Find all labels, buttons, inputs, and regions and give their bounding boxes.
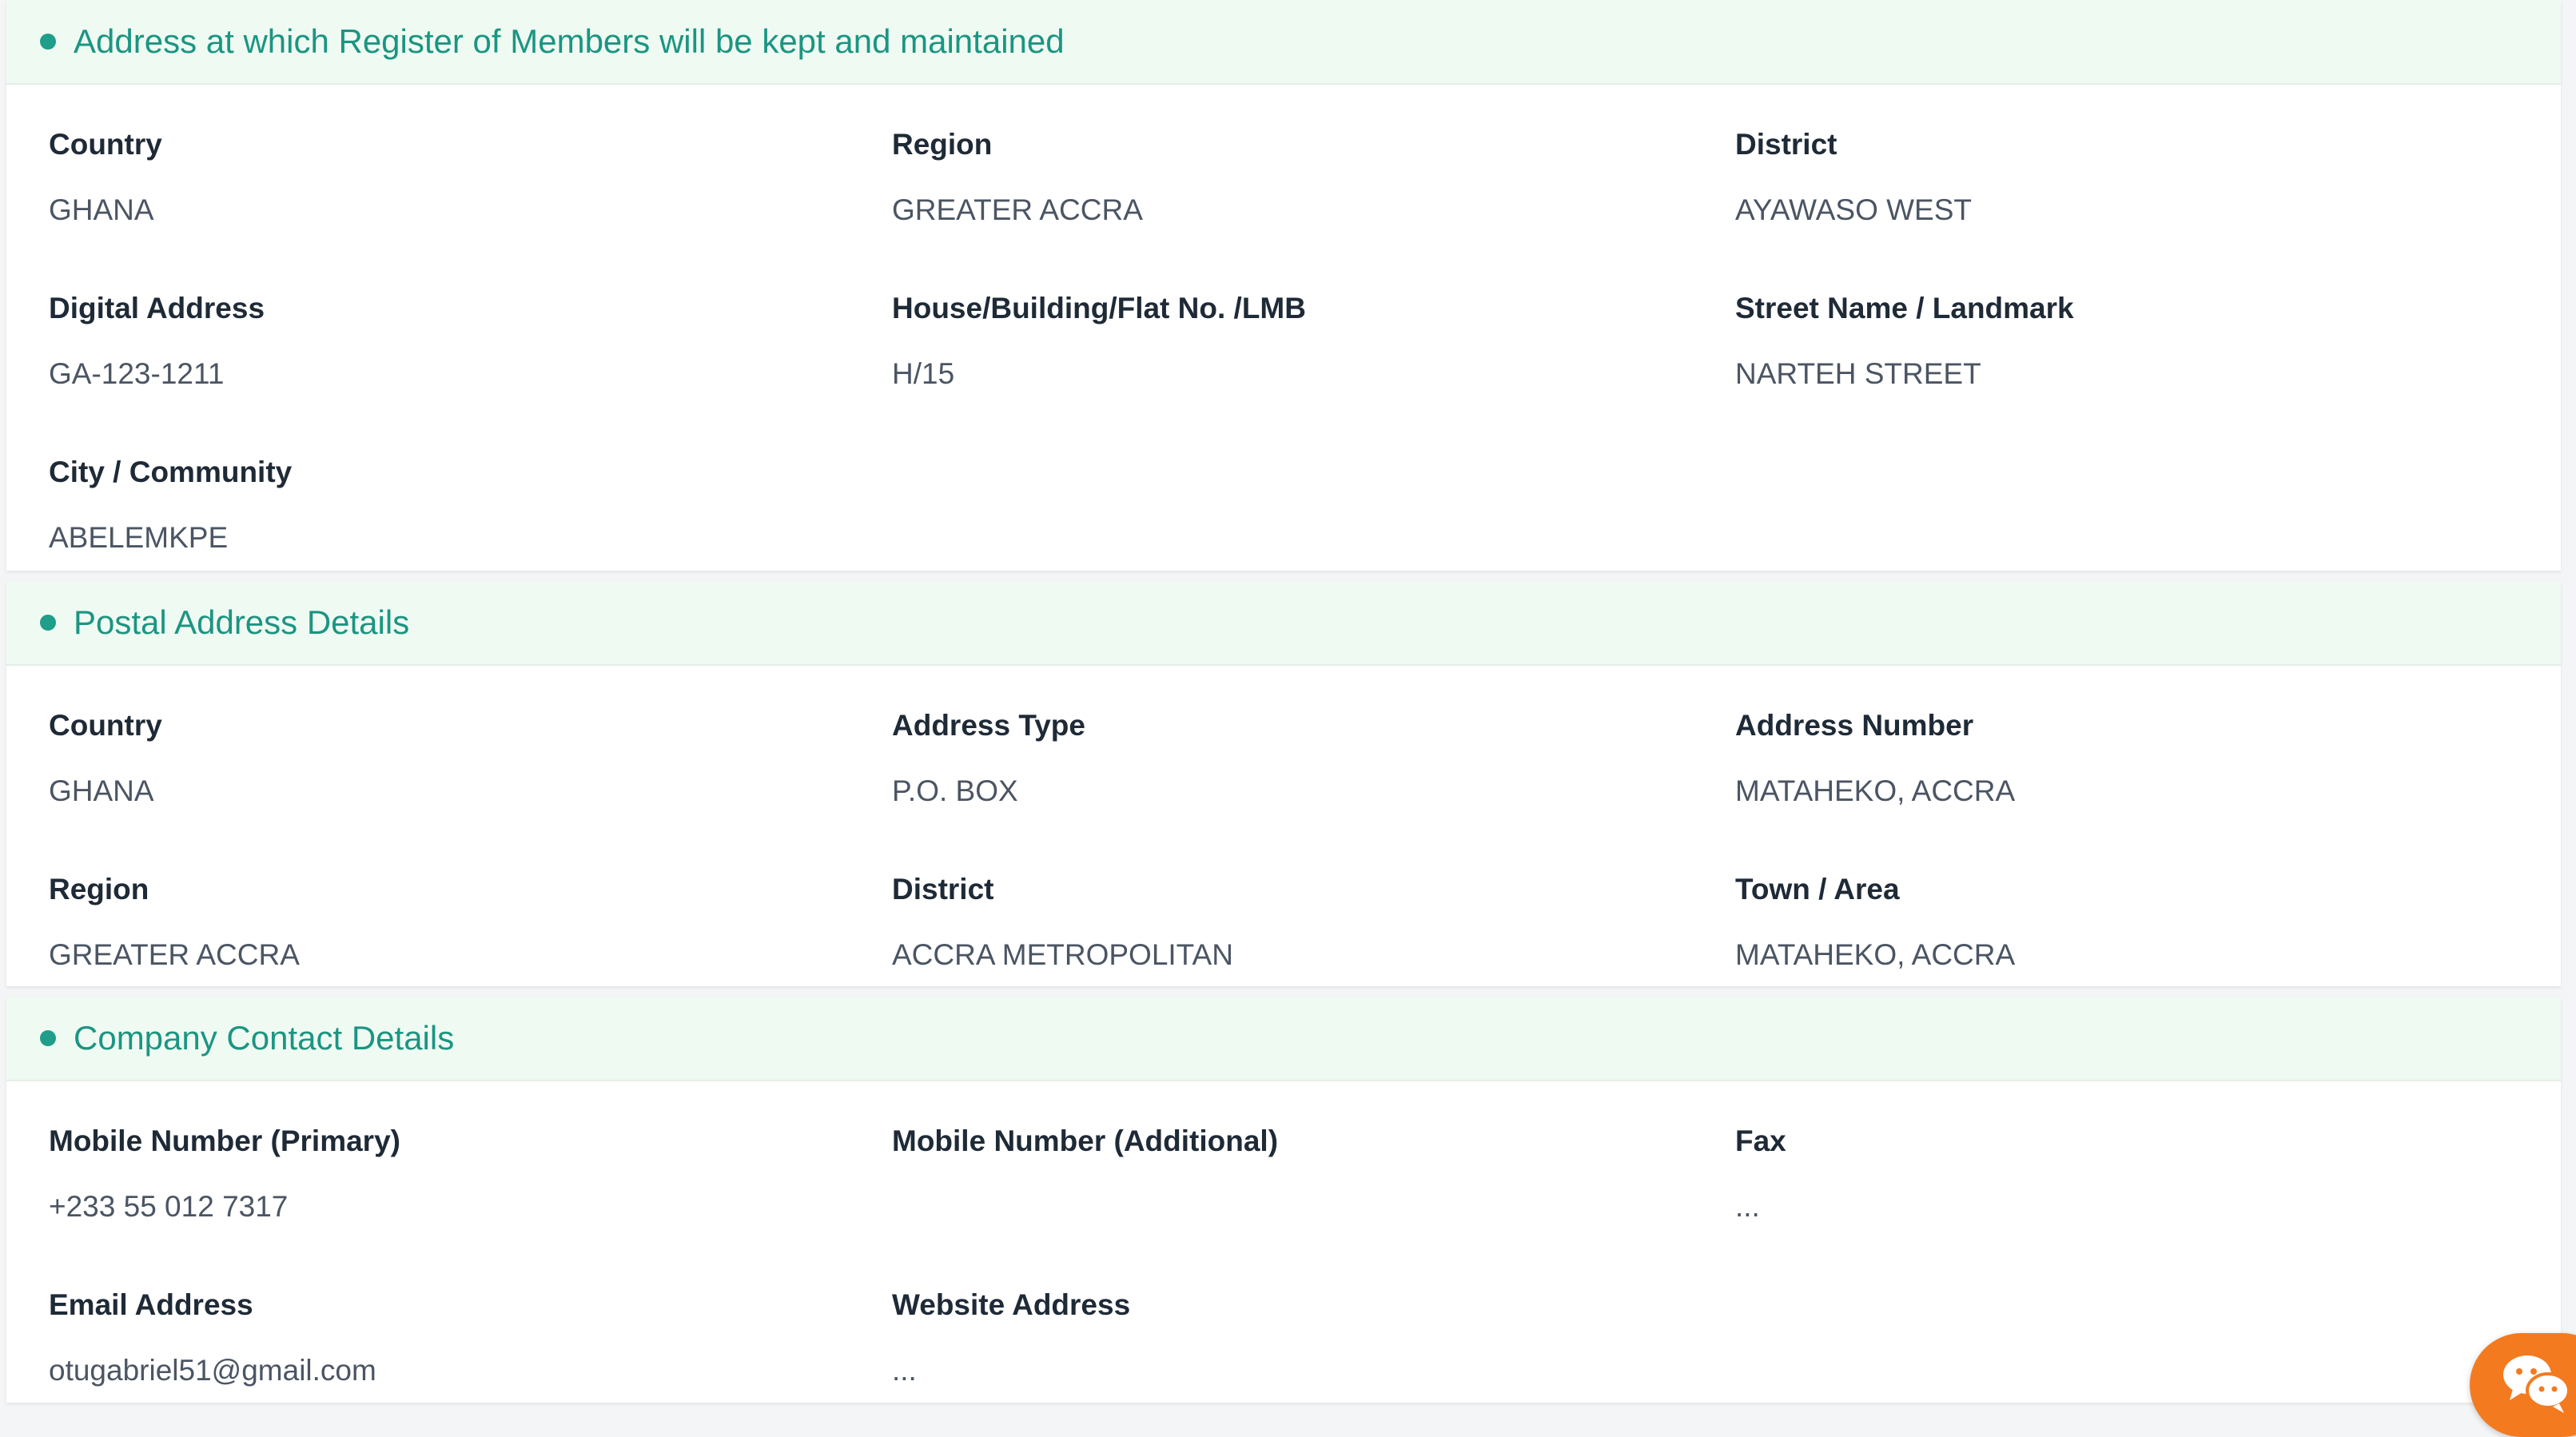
field-street-name: Street Name / Landmark NARTEH STREET xyxy=(1735,292,2074,391)
field-label: Street Name / Landmark xyxy=(1735,292,2074,324)
field-email: Email Address otugabriel51@gmail.com xyxy=(49,1288,376,1387)
field-value: ABELEMKPE xyxy=(49,521,229,554)
field-value: MATAHEKO, ACCRA xyxy=(1735,938,2016,971)
section-header: Address at which Register of Members wil… xyxy=(6,0,2561,85)
field-label: Mobile Number (Primary) xyxy=(49,1125,400,1157)
field-value: otugabriel51@gmail.com xyxy=(49,1354,376,1387)
field-value: H/15 xyxy=(892,357,955,390)
field-district: District ACCRA METROPOLITAN xyxy=(892,873,1233,972)
field-region: Region GREATER ACCRA xyxy=(49,873,300,972)
field-value xyxy=(892,1190,1278,1222)
field-label: Digital Address xyxy=(49,292,265,324)
field-label: Website Address xyxy=(892,1288,1131,1321)
field-value: NARTEH STREET xyxy=(1735,357,1981,390)
section-title: Address at which Register of Members wil… xyxy=(74,22,1065,60)
field-town-area: Town / Area MATAHEKO, ACCRA xyxy=(1735,873,2015,972)
field-mobile-additional: Mobile Number (Additional) xyxy=(892,1125,1278,1222)
field-value: AYAWASO WEST xyxy=(1735,193,1973,226)
field-value: GA-123-1211 xyxy=(49,357,225,390)
section-header: Company Contact Details xyxy=(6,997,2561,1081)
field-label: Country xyxy=(49,709,162,742)
field-city: City / Community ABELEMKPE xyxy=(49,456,292,555)
field-label: House/Building/Flat No. /LMB xyxy=(892,292,1306,324)
field-house-number: House/Building/Flat No. /LMB H/15 xyxy=(892,292,1306,391)
field-label: Country xyxy=(49,128,162,161)
field-label: District xyxy=(1735,128,1837,161)
chat-bubbles-icon xyxy=(2503,1355,2570,1413)
field-region: Region GREATER ACCRA xyxy=(892,128,1143,227)
field-label: Region xyxy=(49,873,149,906)
company-contact-section: Company Contact Details Mobile Number (P… xyxy=(6,997,2561,1403)
field-district: District AYAWASO WEST xyxy=(1735,128,1972,227)
chat-widget-button[interactable] xyxy=(2470,1333,2576,1437)
field-label: Email Address xyxy=(49,1288,253,1321)
bullet-dot-icon xyxy=(40,615,56,631)
field-label: Address Number xyxy=(1735,709,1974,742)
field-value: GREATER ACCRA xyxy=(892,193,1143,226)
section-title: Company Contact Details xyxy=(74,1019,455,1057)
field-address-type: Address Type P.O. BOX xyxy=(892,709,1085,808)
field-value: GHANA xyxy=(49,193,154,226)
field-address-number: Address Number MATAHEKO, ACCRA xyxy=(1735,709,2015,808)
field-value: P.O. BOX xyxy=(892,774,1018,807)
field-label: Town / Area xyxy=(1735,873,1900,906)
register-address-section: Address at which Register of Members wil… xyxy=(6,0,2561,571)
field-value: MATAHEKO, ACCRA xyxy=(1735,774,2016,807)
field-label: Region xyxy=(892,128,993,161)
field-label: Address Type xyxy=(892,709,1085,742)
bullet-dot-icon xyxy=(40,34,56,50)
field-label: Fax xyxy=(1735,1125,1786,1157)
field-label: District xyxy=(892,873,994,906)
field-value: ... xyxy=(1735,1190,1760,1223)
section-title: Postal Address Details xyxy=(74,603,410,641)
field-label: City / Community xyxy=(49,456,293,488)
section-header: Postal Address Details xyxy=(6,581,2561,666)
field-value: ACCRA METROPOLITAN xyxy=(892,938,1233,971)
field-country: Country GHANA xyxy=(49,128,162,227)
field-fax: Fax ... xyxy=(1735,1125,1786,1224)
bullet-dot-icon xyxy=(40,1030,56,1046)
field-label: Mobile Number (Additional) xyxy=(892,1125,1279,1157)
field-value: GREATER ACCRA xyxy=(49,938,300,971)
field-digital-address: Digital Address GA-123-1211 xyxy=(49,292,265,391)
field-value: GHANA xyxy=(49,774,154,807)
field-value: ... xyxy=(892,1354,917,1387)
postal-address-section: Postal Address Details Country GHANA Add… xyxy=(6,581,2561,986)
field-website: Website Address ... xyxy=(892,1288,1130,1387)
field-value: +233 55 012 7317 xyxy=(49,1190,289,1223)
field-mobile-primary: Mobile Number (Primary) +233 55 012 7317 xyxy=(49,1125,400,1224)
field-country: Country GHANA xyxy=(49,709,162,808)
